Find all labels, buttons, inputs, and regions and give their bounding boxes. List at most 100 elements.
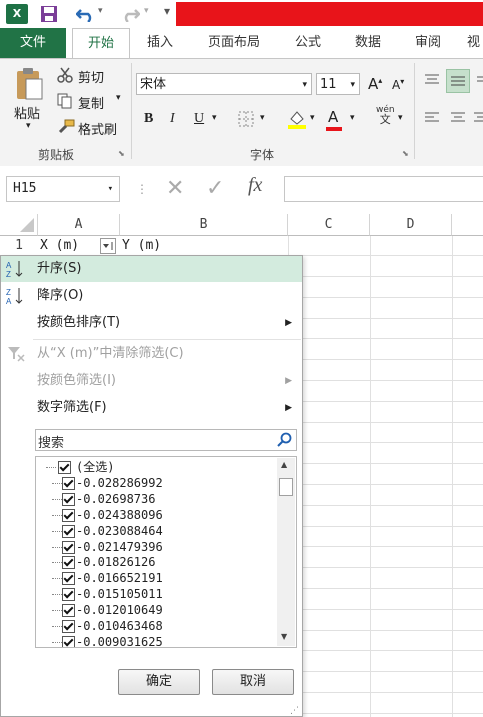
tab-file[interactable]: 文件 <box>0 28 66 58</box>
customize-qat-icon[interactable]: ▾ <box>164 4 170 18</box>
checkbox-checked-icon[interactable] <box>62 540 75 554</box>
filter-item-label: -0.021479396 <box>76 539 163 554</box>
excel-logo-icon: X <box>6 4 28 24</box>
format-painter-button[interactable]: 格式刷 <box>78 119 117 138</box>
column-header-e[interactable] <box>452 214 483 236</box>
tab-review[interactable]: 审阅 <box>404 28 452 58</box>
align-top-icon[interactable] <box>424 73 440 87</box>
font-size-combo[interactable]: 11 ▾ <box>316 73 360 95</box>
gridline <box>288 380 483 381</box>
align-left-icon[interactable] <box>424 111 440 125</box>
align-middle-button[interactable] <box>446 69 470 93</box>
chevron-down-icon: ▾ <box>350 80 355 90</box>
font-launcher-icon[interactable]: ⬊ <box>402 149 409 158</box>
undo-dropdown-icon[interactable]: ▾ <box>98 6 103 16</box>
underline-dropdown-icon[interactable]: ▾ <box>212 113 217 123</box>
undo-icon[interactable] <box>76 6 96 22</box>
checkbox-checked-icon[interactable] <box>62 492 75 506</box>
phonetic-dropdown-icon[interactable]: ▾ <box>398 113 403 123</box>
insert-function-icon[interactable]: fx <box>248 174 262 197</box>
checkbox-checked-icon[interactable] <box>62 604 75 618</box>
filter-sort-icon <box>103 242 113 250</box>
tab-home[interactable]: 开始 <box>72 28 130 59</box>
sort-ascending-item[interactable]: AZ 升序(S) <box>1 256 302 282</box>
grow-font-button[interactable]: A▴ <box>368 75 382 93</box>
ok-button[interactable]: 确定 <box>118 669 200 695</box>
tab-insert[interactable]: 插入 <box>136 28 184 58</box>
paste-button[interactable]: 粘贴 <box>14 103 40 122</box>
copy-icon <box>57 93 72 109</box>
gridline <box>288 442 483 443</box>
fill-color-dropdown-icon[interactable]: ▾ <box>310 113 315 123</box>
number-filters-item[interactable]: 数字筛选(F) ▶ <box>1 395 302 421</box>
scroll-down-icon[interactable]: ▼ <box>281 632 287 641</box>
filter-search-input[interactable]: 搜索 <box>35 429 297 451</box>
checkbox-checked-icon[interactable] <box>62 588 75 602</box>
scroll-thumb[interactable] <box>279 478 293 496</box>
align-center-icon[interactable] <box>450 111 466 125</box>
filter-item-label: -0.012010649 <box>76 603 163 618</box>
checkbox-checked-icon[interactable] <box>62 635 75 647</box>
column-header-b[interactable]: B <box>120 214 288 236</box>
gridline <box>288 318 483 319</box>
align-right-icon[interactable] <box>474 111 483 125</box>
list-scrollbar[interactable]: ▲ ▼ <box>277 458 295 646</box>
font-color-button[interactable]: A <box>326 108 342 131</box>
checkbox-checked-icon[interactable] <box>62 556 75 570</box>
fill-color-icon[interactable] <box>286 108 308 130</box>
cancel-icon[interactable]: ✕ <box>166 176 184 201</box>
column-header-a[interactable]: A <box>38 214 120 236</box>
redo-icon[interactable] <box>120 6 140 22</box>
checkbox-checked-icon[interactable] <box>62 524 75 538</box>
shrink-font-button[interactable]: A▾ <box>392 77 404 92</box>
align-bottom-icon[interactable] <box>476 73 483 87</box>
scroll-up-icon[interactable]: ▲ <box>281 460 287 469</box>
copy-button[interactable]: 复制 <box>78 93 104 112</box>
number-filters-label: 数字筛选(F) <box>37 400 107 415</box>
enter-icon[interactable]: ✓ <box>206 176 224 201</box>
formula-input[interactable] <box>284 176 483 202</box>
font-name-combo[interactable]: 宋体 ▾ <box>136 73 312 95</box>
clear-filter-item[interactable]: 从“X (m)”中清除筛选(C) <box>1 341 302 367</box>
cell-a1[interactable]: X (m) <box>40 236 79 256</box>
checkbox-checked-icon[interactable] <box>58 461 71 474</box>
resize-grip-icon[interactable]: ⋰ <box>290 706 299 716</box>
tab-formulas[interactable]: 公式 <box>284 28 332 58</box>
name-box[interactable]: H15 ▾ <box>6 176 120 202</box>
font-color-dropdown-icon[interactable]: ▾ <box>350 113 355 123</box>
border-icon[interactable] <box>238 111 254 127</box>
filter-by-color-item[interactable]: 按颜色筛选(I) ▶ <box>1 368 302 394</box>
clipboard-launcher-icon[interactable]: ⬊ <box>118 149 125 158</box>
cancel-button[interactable]: 取消 <box>212 669 294 695</box>
filter-item-label: -0.01826126 <box>76 555 156 570</box>
border-dropdown-icon[interactable]: ▾ <box>260 113 265 123</box>
underline-button[interactable]: U <box>194 111 204 127</box>
checkbox-checked-icon[interactable] <box>62 508 75 522</box>
paste-dropdown-icon[interactable]: ▾ <box>26 121 31 131</box>
tab-page-layout[interactable]: 页面布局 <box>196 28 272 58</box>
font-name-value: 宋体 <box>140 77 167 92</box>
sort-descending-item[interactable]: ZA 降序(O) <box>1 283 302 309</box>
column-header-d[interactable]: D <box>370 214 452 236</box>
filter-dropdown-button[interactable] <box>100 238 116 254</box>
row-header-1[interactable]: 1 <box>0 236 38 256</box>
checkbox-checked-icon[interactable] <box>62 620 75 633</box>
cut-button[interactable]: 剪切 <box>78 67 104 86</box>
grow-font-label: A <box>368 75 379 93</box>
phonetic-button[interactable]: wén 文 <box>376 105 395 126</box>
sort-by-color-item[interactable]: 按颜色排序(T) ▶ <box>1 310 302 336</box>
checkbox-checked-icon[interactable] <box>62 572 75 586</box>
checkbox-checked-icon[interactable] <box>62 476 75 490</box>
tab-view[interactable]: 视 <box>464 28 483 58</box>
tab-data[interactable]: 数据 <box>344 28 392 58</box>
copy-dropdown-icon[interactable]: ▾ <box>116 93 121 103</box>
save-icon[interactable] <box>40 5 58 23</box>
redo-dropdown-icon[interactable]: ▾ <box>144 6 149 16</box>
italic-button[interactable]: I <box>170 111 175 127</box>
bold-button[interactable]: B <box>144 111 153 127</box>
select-all-corner[interactable] <box>0 214 38 236</box>
paste-icon[interactable] <box>14 67 44 101</box>
cell-b1[interactable]: Y (m) <box>122 236 161 256</box>
column-header-c[interactable]: C <box>288 214 370 236</box>
gridline <box>288 567 483 568</box>
